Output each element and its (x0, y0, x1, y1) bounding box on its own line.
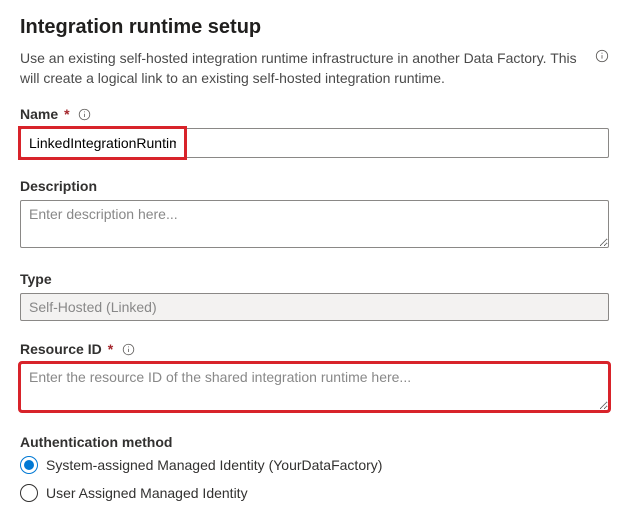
description-label: Description (20, 178, 609, 194)
intro-text-content: Use an existing self-hosted integration … (20, 50, 577, 86)
type-input: Self-Hosted (Linked) (20, 293, 609, 321)
info-icon[interactable] (121, 342, 135, 356)
page-title: Integration runtime setup (20, 16, 609, 39)
info-icon[interactable] (78, 107, 92, 121)
resource-id-input[interactable] (20, 363, 609, 411)
auth-option-system[interactable]: System-assigned Managed Identity (YourDa… (20, 456, 609, 474)
name-label: Name * (20, 106, 609, 122)
info-icon[interactable] (595, 49, 609, 69)
name-field: Name * (20, 106, 609, 158)
description-input[interactable] (20, 200, 609, 248)
auth-option-user[interactable]: User Assigned Managed Identity (20, 484, 609, 502)
required-asterisk: * (64, 106, 69, 122)
required-asterisk: * (108, 341, 113, 357)
name-input-wrapper (20, 128, 609, 158)
auth-option-system-label: System-assigned Managed Identity (YourDa… (46, 457, 382, 473)
type-label: Type (20, 271, 609, 287)
auth-method-field: Authentication method System-assigned Ma… (20, 434, 609, 502)
resource-id-label-text: Resource ID (20, 341, 102, 357)
type-field: Type Self-Hosted (Linked) (20, 271, 609, 321)
radio-icon (20, 456, 38, 474)
auth-method-label: Authentication method (20, 434, 609, 450)
radio-icon (20, 484, 38, 502)
resource-id-label: Resource ID * (20, 341, 609, 357)
name-label-text: Name (20, 106, 58, 122)
intro-text: Use an existing self-hosted integration … (20, 49, 609, 88)
resource-id-field: Resource ID * (20, 341, 609, 414)
auth-option-user-label: User Assigned Managed Identity (46, 485, 248, 501)
name-input[interactable] (20, 128, 185, 158)
description-field: Description (20, 178, 609, 251)
